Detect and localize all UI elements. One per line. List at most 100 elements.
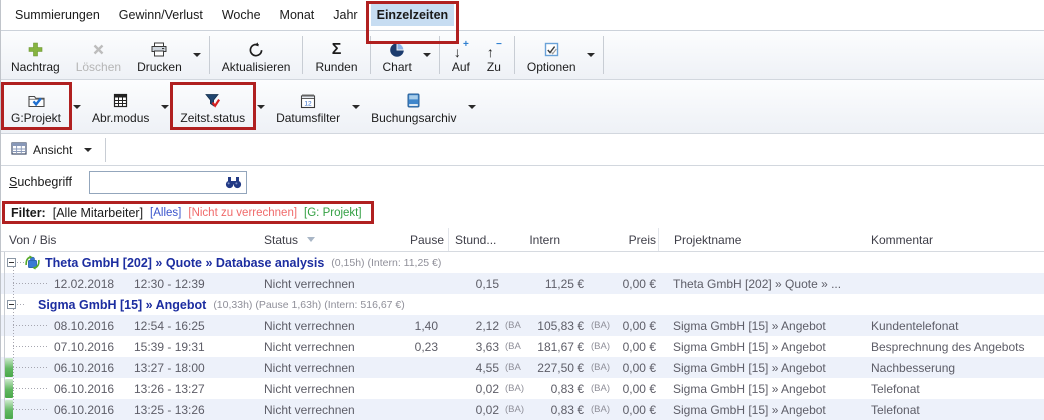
tree-cell xyxy=(1,378,54,399)
ansicht-dropdown[interactable] xyxy=(80,148,95,152)
chevron-down-icon xyxy=(257,105,265,109)
aktualisieren-button[interactable]: Aktualisieren xyxy=(214,31,299,79)
entry-pause xyxy=(389,378,448,399)
tree-branch xyxy=(13,367,47,368)
datumsfilter-button[interactable]: 12Datumsfilter xyxy=(268,80,348,133)
entry-hours: 0,02 xyxy=(448,378,501,399)
time-entry-row[interactable]: 12.02.201812:30 - 12:39Nicht verrechnen0… xyxy=(1,273,1044,294)
ansicht-button[interactable]: Ansicht xyxy=(7,138,76,162)
entry-pause xyxy=(389,357,448,378)
column-header-stunden[interactable]: Stund... xyxy=(448,228,518,251)
datumsfilter-dropdown[interactable] xyxy=(348,80,363,133)
column-header-label: Projektname xyxy=(674,233,741,247)
column-header-von_bis[interactable]: Von / Bis xyxy=(1,228,226,251)
filter-item[interactable]: [G: Projekt] xyxy=(304,207,362,219)
auf-button[interactable]: ↓+Auf xyxy=(444,31,478,79)
aktualisieren-button-label: Aktualisieren xyxy=(222,61,291,74)
entry-project-name: Sigma GmbH [15] » Angebot xyxy=(658,336,867,357)
chevron-down-icon xyxy=(193,53,201,57)
filter-item[interactable]: [Alles] xyxy=(150,207,181,219)
zu-button[interactable]: ↑−Zu xyxy=(478,31,510,79)
search-input[interactable] xyxy=(90,175,225,189)
gprojekt-dropdown[interactable] xyxy=(69,80,84,133)
chart-button[interactable]: Chart xyxy=(375,31,420,79)
filter-item[interactable]: [Nicht zu verrechnen] xyxy=(188,207,297,219)
entry-status: Nicht verrechnen xyxy=(226,378,389,399)
entry-hours: 4,55 xyxy=(448,357,501,378)
buchungsarchiv-button[interactable]: Buchungsarchiv xyxy=(363,80,464,133)
tab-jahr[interactable]: Jahr xyxy=(327,4,363,26)
datumsfilter-button-label: Datumsfilter xyxy=(276,112,340,125)
new-entry-indicator xyxy=(5,400,13,419)
column-header-label: Stund... xyxy=(455,233,496,247)
column-header-pause[interactable]: Pause xyxy=(389,228,448,251)
nachtrag-button[interactable]: Nachtrag xyxy=(3,31,68,79)
entry-hours-marker: (BA xyxy=(501,315,532,336)
column-header-preis[interactable]: Preis xyxy=(563,228,658,251)
drucken-dropdown[interactable] xyxy=(190,31,205,79)
abrmodus-button[interactable]: Abr.modus xyxy=(84,80,157,133)
group-row[interactable]: Theta GmbH [202] » Quote » Database anal… xyxy=(1,252,1044,273)
collapse-toggle[interactable] xyxy=(7,300,16,309)
loeschen-button: Löschen xyxy=(68,31,129,79)
filter-item[interactable]: [Alle Mitarbeiter] xyxy=(53,206,143,220)
filter-toolbar: G:Projekt Abr.modus Zeitst.status 12Datumsf… xyxy=(1,80,1044,134)
column-header-status[interactable]: Status xyxy=(226,228,389,251)
drucken-button-label: Drucken xyxy=(137,61,182,74)
optionen-dropdown[interactable] xyxy=(584,31,599,79)
entry-intern-marker: (BA) xyxy=(586,399,618,420)
time-entry-row[interactable]: 06.10.201613:25 - 13:26Nicht verrechnen0… xyxy=(1,399,1044,420)
tab-summierungen[interactable]: Summierungen xyxy=(9,4,106,26)
time-entry-row[interactable]: 08.10.201612:54 - 16:25Nicht verrechnen1… xyxy=(1,315,1044,336)
binoculars-icon xyxy=(225,176,242,189)
entry-project-name: Sigma GmbH [15] » Angebot xyxy=(658,399,867,420)
buchungsarchiv-dropdown[interactable] xyxy=(464,80,479,133)
tree-cell xyxy=(1,336,54,357)
chevron-down-icon xyxy=(84,148,92,152)
entry-intern-marker: (BA) xyxy=(586,315,618,336)
column-header-label: Kommentar xyxy=(871,233,933,247)
tree-cell xyxy=(1,399,54,420)
sigma-icon: Σ xyxy=(332,41,342,58)
optionen-button[interactable]: Optionen xyxy=(519,31,584,79)
filter-summary: Filter: [Alle Mitarbeiter][Alles][Nicht … xyxy=(7,202,372,224)
entry-comment: Telefonat xyxy=(867,378,1044,399)
runden-button[interactable]: ΣRunden xyxy=(307,31,365,79)
new-entry-indicator xyxy=(5,358,13,377)
entry-hours-marker: (BA xyxy=(501,336,532,357)
entry-comment xyxy=(867,273,1044,294)
chart-dropdown[interactable] xyxy=(420,31,435,79)
entry-date: 12.02.2018 xyxy=(54,273,134,294)
zu-button-label: Zu xyxy=(487,61,501,74)
abrmodus-dropdown[interactable] xyxy=(157,80,172,133)
time-entry-row[interactable]: 06.10.201613:26 - 13:27Nicht verrechnen0… xyxy=(1,378,1044,399)
entry-project-name: Sigma GmbH [15] » Angebot xyxy=(658,315,867,336)
new-entry-indicator xyxy=(5,379,13,398)
time-entry-row[interactable]: 06.10.201613:27 - 18:00Nicht verrechnen4… xyxy=(1,357,1044,378)
zeitststatus-dropdown[interactable] xyxy=(253,80,268,133)
tree-branch xyxy=(17,304,25,305)
divider xyxy=(105,138,106,162)
entry-time-range: 12:54 - 16:25 xyxy=(134,315,226,336)
main-toolbar: NachtragLöschen Drucken Aktualisieren ΣRund… xyxy=(1,31,1044,80)
tree-cell xyxy=(1,357,54,378)
column-header-kommentar[interactable]: Kommentar xyxy=(867,228,1044,251)
filter-status-bar: Filter: [Alle Mitarbeiter][Alles][Nicht … xyxy=(1,198,1044,228)
gprojekt-button[interactable]: G:Projekt xyxy=(3,80,69,133)
tab-gewinn/verlust[interactable]: Gewinn/Verlust xyxy=(113,4,209,26)
drucken-button[interactable]: Drucken xyxy=(129,31,190,79)
zeitststatus-button[interactable]: Zeitst.status xyxy=(172,80,253,133)
entry-time-range: 15:39 - 19:31 xyxy=(134,336,226,357)
collapse-toggle[interactable] xyxy=(7,258,16,267)
tab-woche[interactable]: Woche xyxy=(216,4,267,26)
group-row[interactable]: Sigma GmbH [15] » Angebot(10,33h) (Pause… xyxy=(1,294,1044,315)
entry-status: Nicht verrechnen xyxy=(226,315,389,336)
tree-branch xyxy=(13,283,47,284)
tab-einzelzeiten[interactable]: Einzelzeiten xyxy=(371,4,455,26)
tab-monat[interactable]: Monat xyxy=(274,4,321,26)
entry-time-range: 13:25 - 13:26 xyxy=(134,399,226,420)
time-entry-row[interactable]: 07.10.201615:39 - 19:31Nicht verrechnen0… xyxy=(1,336,1044,357)
tree-branch xyxy=(13,409,47,410)
column-header-intern[interactable]: Intern xyxy=(518,228,563,251)
column-header-projektname[interactable]: Projektname xyxy=(658,228,867,251)
